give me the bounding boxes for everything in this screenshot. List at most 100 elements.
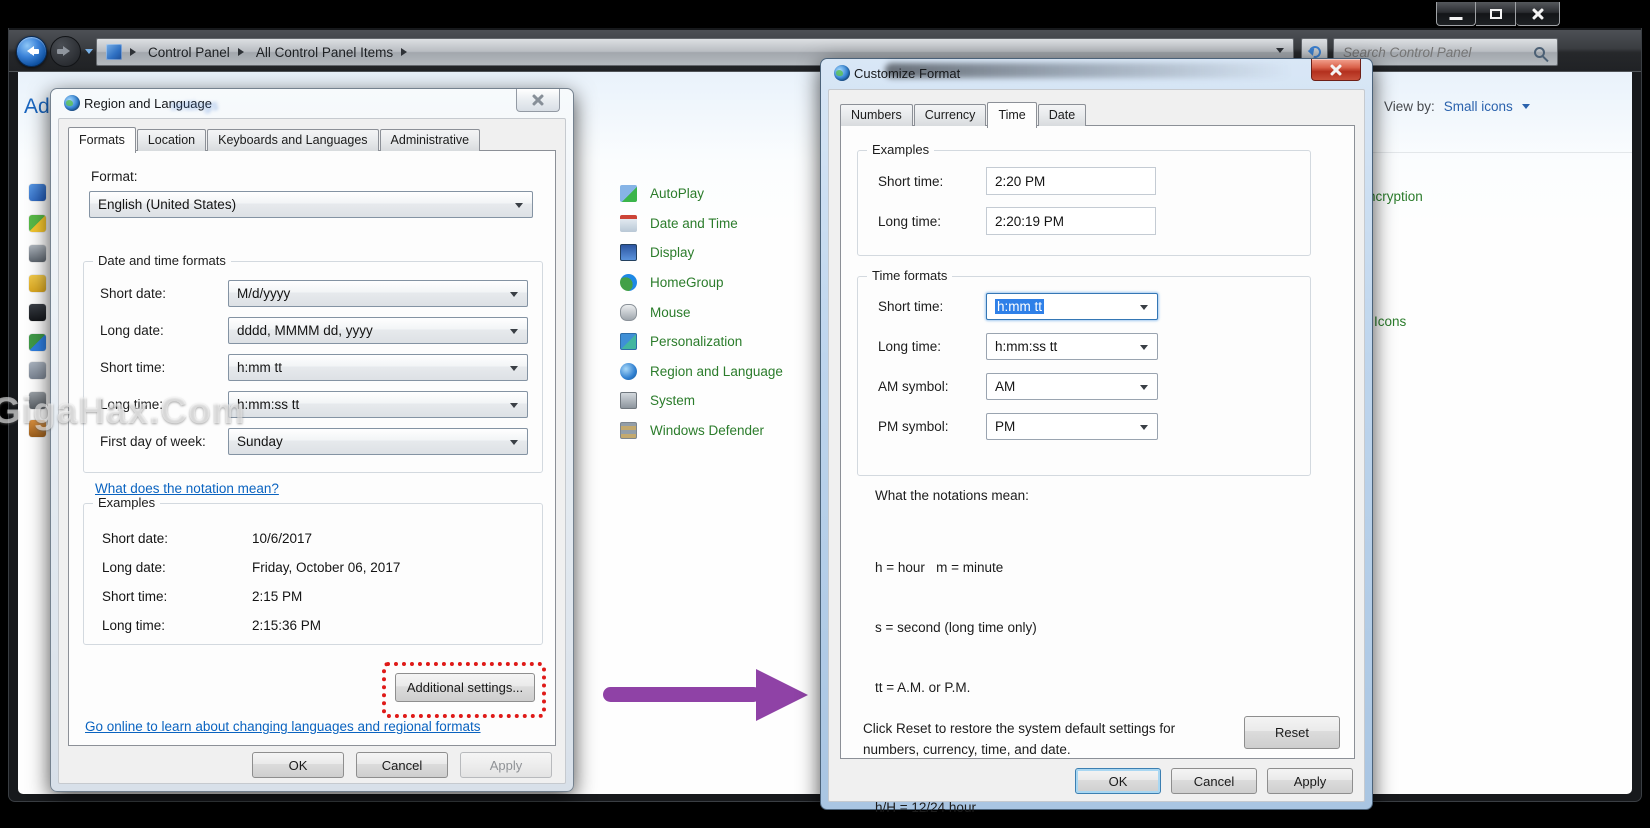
ok-button[interactable]: OK (252, 752, 344, 778)
cp-item-display[interactable]: Display (620, 238, 783, 268)
flag-icon[interactable] (29, 184, 46, 201)
minimize-button[interactable] (1436, 2, 1476, 26)
view-by-value[interactable]: Small icons (1444, 99, 1513, 114)
user-accounts-icon[interactable] (29, 420, 46, 437)
reset-description: Click Reset to restore the system defaul… (863, 718, 1213, 760)
format-select[interactable]: English (United States) (89, 191, 533, 218)
pm-symbol-value: PM (995, 419, 1015, 434)
tab-numbers[interactable]: Numbers (840, 104, 913, 126)
tab-location[interactable]: Location (137, 129, 206, 151)
microphone-icon[interactable] (29, 392, 46, 409)
example-long-time-label: Long time: (102, 618, 252, 633)
tab-administrative[interactable]: Administrative (380, 129, 481, 151)
tab-currency[interactable]: Currency (914, 104, 987, 126)
defender-icon (620, 422, 637, 439)
display-icon (620, 244, 637, 261)
windows-anytime-icon[interactable] (29, 215, 46, 232)
breadcrumb-all-items[interactable]: All Control Panel Items (256, 45, 393, 60)
first-day-label: First day of week: (100, 434, 228, 449)
cp-item-mouse[interactable]: Mouse (620, 297, 783, 327)
short-time-label: Short time: (100, 360, 228, 375)
mouse-icon (620, 304, 637, 321)
default-programs-icon[interactable] (29, 362, 46, 379)
example-short-date-value: 10/6/2017 (252, 531, 312, 546)
apply-button[interactable]: Apply (460, 752, 552, 778)
breadcrumb-arrow-icon (401, 48, 411, 56)
short-time-value: h:mm tt (237, 360, 282, 375)
tab-formats[interactable]: Formats (68, 127, 136, 153)
search-input[interactable] (1343, 45, 1534, 60)
cp-item-date-and-time[interactable]: Date and Time (620, 209, 783, 239)
view-by-chevron-icon[interactable] (1522, 104, 1530, 113)
folder-icon[interactable] (29, 275, 46, 292)
cp-item-windows-defender[interactable]: Windows Defender (620, 416, 783, 446)
date-time-icon (620, 215, 637, 232)
reset-button[interactable]: Reset (1244, 716, 1340, 749)
example-short-time-value: 2:20 PM (995, 174, 1045, 189)
long-date-select[interactable]: dddd, MMMM dd, yyyy (228, 317, 528, 344)
breadcrumb-control-panel[interactable]: Control Panel (148, 45, 230, 60)
cp-item-label: Personalization (650, 334, 742, 349)
cp-item-autoplay[interactable]: AutoPlay (620, 179, 783, 209)
close-icon (1312, 59, 1360, 80)
maximize-button[interactable] (1476, 2, 1516, 26)
go-online-link[interactable]: Go online to learn about changing langua… (85, 719, 481, 734)
group-legend: Examples (867, 142, 934, 157)
date-time-formats-group: Date and time formats Short date:M/d/yyy… (83, 261, 543, 473)
long-time-select[interactable]: h:mm:ss tt (228, 391, 528, 418)
cp-item-system[interactable]: System (620, 386, 783, 416)
purple-arrow-head-icon (756, 669, 808, 721)
customize-format-dialog: Customize Format Numbers Currency Time D… (820, 58, 1373, 810)
short-date-select[interactable]: M/d/yyyy (228, 280, 528, 307)
homegroup-users-icon[interactable] (29, 334, 46, 351)
desktop: Control Panel All Control Panel Items Ad… (0, 0, 1650, 828)
example-long-date-label: Long date: (102, 560, 252, 575)
search-icon (1534, 47, 1545, 58)
tab-date[interactable]: Date (1038, 104, 1086, 126)
control-panel-item-list: AutoPlay Date and Time Display HomeGroup… (620, 179, 783, 445)
example-short-time-label: Short time: (102, 589, 252, 604)
example-short-time-value: 2:15 PM (252, 589, 302, 604)
short-time-value-selected: h:mm tt (995, 299, 1044, 314)
cp-item-region-and-language[interactable]: Region and Language (620, 357, 783, 387)
cp-item-partial-encryption[interactable]: ncryption (1368, 189, 1423, 204)
recent-pages-chevron-icon[interactable] (85, 49, 93, 58)
devices-icon[interactable] (29, 245, 46, 262)
short-date-value: M/d/yyyy (237, 286, 290, 301)
close-dialog-button[interactable] (516, 89, 560, 112)
cp-item-partial-icons[interactable]: Icons (1374, 314, 1406, 329)
apply-button[interactable]: Apply (1267, 768, 1353, 794)
first-day-select[interactable]: Sunday (228, 428, 528, 455)
notation-heading: What the notations mean: (875, 488, 1029, 503)
group-legend: Date and time formats (93, 253, 231, 268)
cancel-button[interactable]: Cancel (356, 752, 448, 778)
close-dialog-button[interactable] (1311, 59, 1361, 81)
notation-help-link[interactable]: What does the notation mean? (95, 481, 279, 496)
keyboard-icon[interactable] (29, 304, 46, 321)
cp-item-label: Display (650, 245, 694, 260)
cancel-button[interactable]: Cancel (1171, 768, 1257, 794)
example-short-time-box: 2:20 PM (986, 167, 1156, 195)
cp-item-homegroup[interactable]: HomeGroup (620, 268, 783, 298)
short-time-label: Short time: (878, 299, 986, 314)
notation-line: h/H = 12/24 hour (875, 798, 1092, 818)
group-legend: Examples (93, 495, 160, 510)
long-time-value: h:mm:ss tt (237, 397, 299, 412)
breadcrumb-arrow-icon (130, 48, 140, 56)
pm-symbol-combo[interactable]: PM (986, 413, 1158, 440)
short-time-select[interactable]: h:mm tt (228, 354, 528, 381)
short-time-combo[interactable]: h:mm tt (986, 293, 1158, 320)
tab-time[interactable]: Time (987, 102, 1036, 128)
group-legend: Time formats (867, 268, 952, 283)
back-button[interactable] (16, 36, 47, 67)
long-time-combo[interactable]: h:mm:ss tt (986, 333, 1158, 360)
forward-button[interactable] (50, 36, 81, 67)
region-tabs: Formats Location Keyboards and Languages… (68, 127, 481, 151)
close-window-button[interactable] (1516, 2, 1560, 26)
cp-item-personalization[interactable]: Personalization (620, 327, 783, 357)
tab-keyboards-and-languages[interactable]: Keyboards and Languages (207, 129, 378, 151)
am-symbol-combo[interactable]: AM (986, 373, 1158, 400)
cp-item-label: HomeGroup (650, 275, 724, 290)
address-dropdown-icon[interactable] (1276, 48, 1284, 57)
examples-group: Examples Short time:2:20 PM Long time:2:… (857, 150, 1311, 256)
